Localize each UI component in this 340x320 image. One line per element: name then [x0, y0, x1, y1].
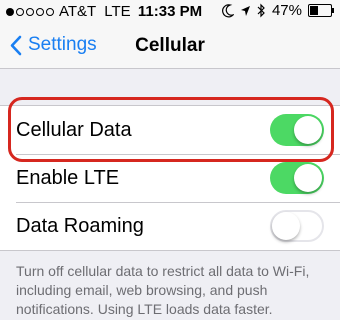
enable-lte-toggle[interactable] [270, 162, 324, 194]
row-label: Cellular Data [16, 119, 132, 141]
row-enable-lte: Enable LTE [0, 154, 340, 202]
toggle-knob [294, 116, 322, 144]
status-right: 47% [222, 2, 334, 19]
row-label: Enable LTE [16, 167, 120, 189]
cellular-data-toggle[interactable] [270, 114, 324, 146]
row-label: Data Roaming [16, 215, 144, 237]
battery-icon [308, 4, 334, 17]
toggle-knob [272, 212, 300, 240]
moon-icon [222, 3, 234, 17]
data-roaming-toggle[interactable] [270, 210, 324, 242]
status-bar: AT&T LTE 11:33 PM 47% [0, 0, 340, 24]
page-title: Cellular [135, 35, 205, 56]
battery-fill [310, 6, 319, 15]
toggle-knob [294, 164, 322, 192]
bluetooth-icon [257, 3, 265, 18]
location-icon [240, 5, 250, 16]
row-data-roaming: Data Roaming [0, 202, 340, 250]
cellular-settings-group: Cellular Data Enable LTE Data Roaming [0, 105, 340, 251]
battery-percent: 47% [271, 2, 302, 19]
row-cellular-data: Cellular Data [0, 106, 340, 154]
navigation-bar: Settings Cellular [0, 24, 340, 69]
footer-description: Turn off cellular data to restrict all d… [16, 263, 310, 317]
